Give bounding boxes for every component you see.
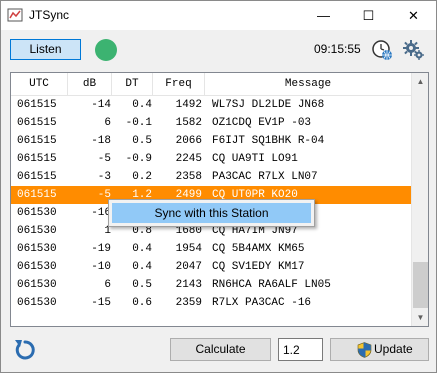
cell-utc: 061515 [17, 117, 57, 129]
cell-msg: RN6HCA RA6ALF LN05 [212, 279, 331, 291]
sync-with-station-menu-item[interactable]: Sync with this Station [112, 203, 311, 223]
table-row[interactable]: 061515 -5 -0.9 2245 CQ UA9TI LO91 [11, 150, 411, 168]
scroll-up-arrow-icon[interactable]: ▲ [412, 73, 428, 90]
close-button[interactable]: ✕ [391, 1, 436, 30]
app-window: JTSync — ☐ ✕ Listen 09:15:55 UTC dB DT F… [0, 0, 437, 373]
column-header-dt[interactable]: DT [112, 73, 153, 95]
cell-freq: 2066 [175, 135, 202, 147]
cell-db: -15 [91, 297, 111, 309]
cell-db: -19 [91, 243, 111, 255]
cell-dt: 0.5 [132, 135, 152, 147]
cell-utc: 061515 [17, 153, 57, 165]
table-row[interactable]: 061530 -15 0.6 2359 R7LX PA3CAC -16 [11, 294, 411, 312]
cell-utc: 061530 [17, 207, 57, 219]
calculate-value-input[interactable] [278, 338, 323, 361]
table-row[interactable]: 061515 -14 0.4 1492 WL7SJ DL2LDE JN68 [11, 96, 411, 114]
cell-msg: OZ1CDQ EV1P -03 [212, 117, 312, 129]
cell-utc: 061515 [17, 135, 57, 147]
cell-db: -18 [91, 135, 111, 147]
cell-freq: 2359 [175, 297, 202, 309]
table-row[interactable]: 061530 -10 0.4 2047 CQ SV1EDY KM17 [11, 258, 411, 276]
cell-msg: CQ 5B4AMX KM65 [212, 243, 305, 255]
cell-dt: 0.4 [132, 99, 152, 111]
window-title: JTSync [29, 8, 70, 22]
cell-utc: 061515 [17, 189, 57, 201]
context-menu: Sync with this Station [108, 199, 315, 227]
gear-icon[interactable] [403, 39, 425, 61]
cell-db: 6 [104, 279, 111, 291]
cell-db: -10 [91, 261, 111, 273]
cell-utc: 061530 [17, 225, 57, 237]
cell-db: -14 [91, 99, 111, 111]
refresh-icon[interactable] [12, 337, 38, 363]
table-row[interactable]: 061530 6 0.5 2143 RN6HCA RA6ALF LN05 [11, 276, 411, 294]
clock-globe-icon[interactable] [371, 39, 393, 61]
calculate-button[interactable]: Calculate [170, 338, 271, 361]
cell-freq: 2047 [175, 261, 202, 273]
cell-msg: CQ SV1EDY KM17 [212, 261, 305, 273]
status-indicator [95, 39, 117, 61]
cell-dt: 0.6 [132, 297, 152, 309]
cell-freq: 2245 [175, 153, 202, 165]
cell-msg: F6IJT SQ1BHK R-04 [212, 135, 325, 147]
maximize-button[interactable]: ☐ [346, 1, 391, 30]
cell-db: -5 [97, 189, 111, 201]
cell-utc: 061515 [17, 171, 57, 183]
scroll-down-arrow-icon[interactable]: ▼ [412, 309, 428, 326]
cell-dt: 0.2 [132, 171, 152, 183]
cell-db: 6 [104, 117, 111, 129]
column-header-utc[interactable]: UTC [11, 73, 68, 95]
utc-clock: 09:15:55 [314, 42, 361, 56]
grid-header: UTC dB DT Freq Message [11, 73, 411, 96]
cell-dt: 0.5 [132, 279, 152, 291]
cell-db: -5 [97, 153, 111, 165]
scroll-thumb[interactable] [413, 262, 428, 308]
cell-utc: 061530 [17, 261, 57, 273]
shield-icon [357, 342, 372, 358]
cell-freq: 1492 [175, 99, 202, 111]
cell-freq: 1954 [175, 243, 202, 255]
cell-utc: 061515 [17, 99, 57, 111]
cell-msg: CQ UA9TI LO91 [212, 153, 298, 165]
cell-msg: PA3CAC R7LX LN07 [212, 171, 318, 183]
vertical-scrollbar[interactable]: ▲ ▼ [411, 73, 428, 326]
cell-dt: -0.9 [125, 153, 152, 165]
column-header-message[interactable]: Message [205, 73, 411, 95]
update-button[interactable]: Update [330, 338, 429, 361]
table-row[interactable]: 061515 -3 0.2 2358 PA3CAC R7LX LN07 [11, 168, 411, 186]
update-button-label: Update [374, 342, 413, 356]
cell-dt: 0.4 [132, 261, 152, 273]
cell-db: 1 [104, 225, 111, 237]
table-row[interactable]: 061515 6 -0.1 1582 OZ1CDQ EV1P -03 [11, 114, 411, 132]
cell-dt: 0.4 [132, 243, 152, 255]
cell-dt: -0.1 [125, 117, 152, 129]
title-bar[interactable]: JTSync — ☐ ✕ [1, 1, 436, 30]
table-row[interactable]: 061530 -19 0.4 1954 CQ 5B4AMX KM65 [11, 240, 411, 258]
app-icon [7, 8, 23, 22]
cell-utc: 061530 [17, 279, 57, 291]
cell-utc: 061530 [17, 243, 57, 255]
listen-button[interactable]: Listen [10, 39, 81, 60]
column-header-freq[interactable]: Freq [153, 73, 205, 95]
column-header-db[interactable]: dB [68, 73, 112, 95]
cell-freq: 2358 [175, 171, 202, 183]
minimize-button[interactable]: — [301, 1, 346, 30]
cell-freq: 2143 [175, 279, 202, 291]
cell-db: -3 [97, 171, 111, 183]
cell-freq: 1582 [175, 117, 202, 129]
table-row[interactable]: 061515 -18 0.5 2066 F6IJT SQ1BHK R-04 [11, 132, 411, 150]
cell-msg: WL7SJ DL2LDE JN68 [212, 99, 325, 111]
cell-utc: 061530 [17, 297, 57, 309]
cell-db: -16 [91, 207, 111, 219]
cell-msg: R7LX PA3CAC -16 [212, 297, 312, 309]
